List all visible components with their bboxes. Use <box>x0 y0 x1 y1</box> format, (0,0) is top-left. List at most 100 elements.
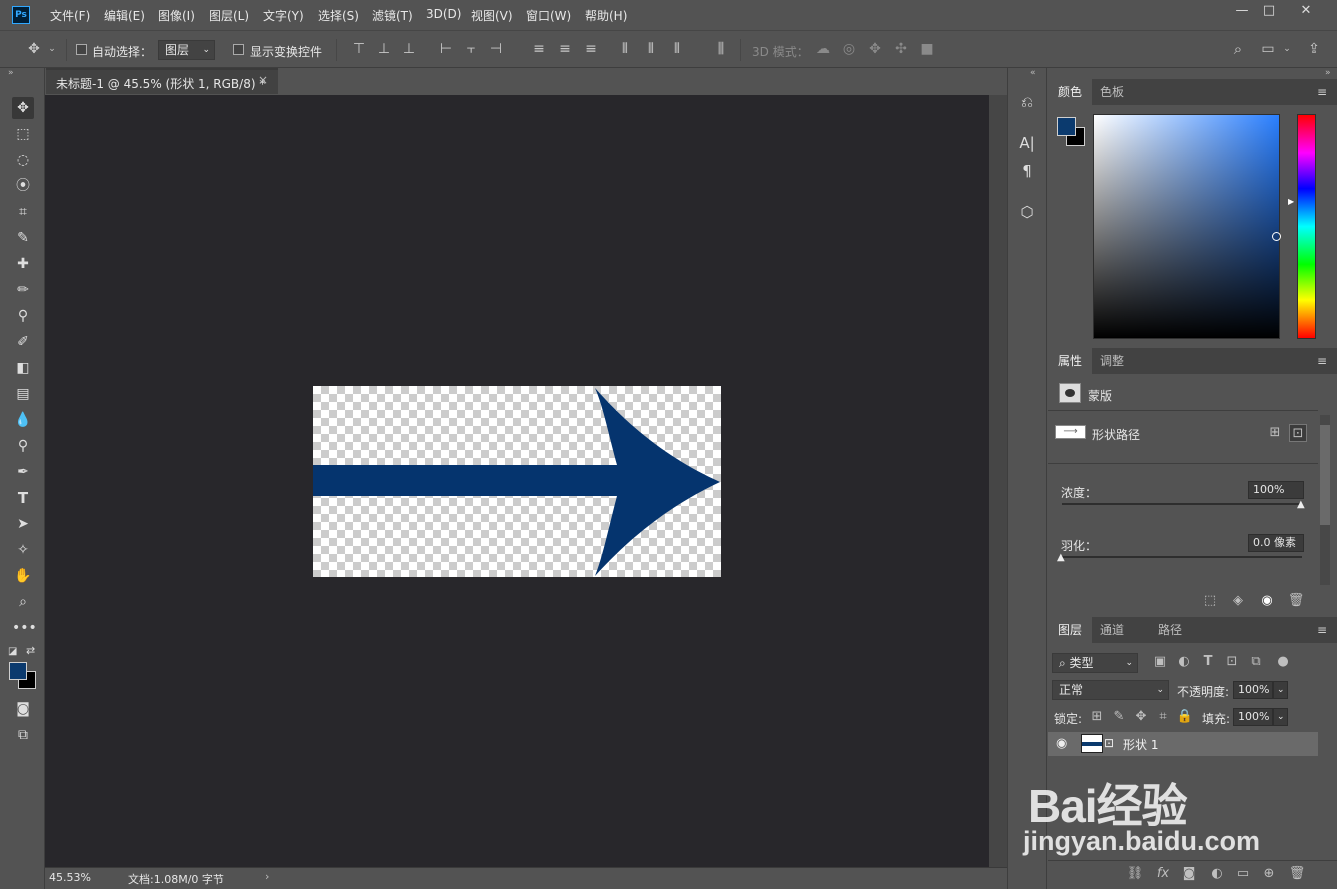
opacity-field[interactable]: 100% <box>1233 681 1273 699</box>
visibility-eye-icon[interactable]: ◉ <box>1056 736 1067 751</box>
fill-field[interactable]: 100% <box>1233 708 1273 726</box>
chevron-down-icon[interactable]: ⌄ <box>46 39 58 59</box>
feather-slider-handle[interactable]: ▲ <box>1057 552 1065 563</box>
lock-transparent-icon[interactable]: ⊞ <box>1088 708 1106 726</box>
menu-type[interactable]: 文字(Y) <box>263 7 304 24</box>
density-field[interactable]: 100% <box>1248 481 1304 499</box>
3d-camera-icon[interactable]: ■ <box>918 39 936 59</box>
menu-help[interactable]: 帮助(H) <box>585 7 627 24</box>
history-panel-icon[interactable]: ⎌ <box>1012 89 1042 115</box>
chevron-down-icon[interactable]: ⌄ <box>1273 681 1288 699</box>
tab-channels[interactable]: 通道 <box>1090 617 1134 643</box>
lasso-tool-icon[interactable]: ◌ <box>12 149 34 171</box>
distribute-right-icon[interactable]: ⫴ <box>668 39 686 59</box>
visibility-eye-icon[interactable]: ◉ <box>1258 592 1276 610</box>
collapse-icon[interactable]: » <box>1325 68 1331 78</box>
3d-slide-icon[interactable]: ✣ <box>892 39 910 59</box>
document-tab[interactable]: 未标题-1 @ 45.5% (形状 1, RGB/8) * <box>46 68 278 94</box>
character-panel-icon[interactable]: A| <box>1012 130 1042 156</box>
menu-view[interactable]: 视图(V) <box>471 7 513 24</box>
more-tools-icon[interactable]: ••• <box>12 617 37 639</box>
zoom-tool-icon[interactable]: ⌕ <box>12 591 34 613</box>
menu-layer[interactable]: 图层(L) <box>209 7 249 24</box>
document-canvas[interactable] <box>313 386 721 577</box>
foreground-color-swatch[interactable] <box>9 662 27 680</box>
vertical-scrollbar[interactable] <box>989 95 1007 867</box>
healing-tool-icon[interactable]: ✚ <box>12 253 34 275</box>
layer-name[interactable]: 形状 1 <box>1123 736 1158 753</box>
tab-properties[interactable]: 属性 <box>1048 348 1093 374</box>
lock-image-icon[interactable]: ✎ <box>1110 708 1128 726</box>
workspace-icon[interactable]: ▭ <box>1258 39 1278 59</box>
delete-mask-icon[interactable]: 🗑 <box>1287 592 1305 610</box>
align-top-icon[interactable]: ⊤ <box>350 39 368 59</box>
gradient-tool-icon[interactable]: ▤ <box>12 383 34 405</box>
quick-select-tool-icon[interactable]: ⦿ <box>12 175 34 197</box>
distribute-hcenter-icon[interactable]: ⫴ <box>642 39 660 59</box>
quick-mask-icon[interactable]: ◙ <box>12 698 34 720</box>
layer-filter-dropdown[interactable]: ⌕ 类型 ⌄ <box>1052 653 1138 673</box>
align-left-icon[interactable]: ⊢ <box>437 39 455 59</box>
align-right-icon[interactable]: ⊣ <box>487 39 505 59</box>
default-colors-icon[interactable]: ◪ <box>8 646 17 657</box>
menu-image[interactable]: 图像(I) <box>158 7 195 24</box>
tab-adjustments[interactable]: 调整 <box>1090 348 1134 374</box>
tab-swatches[interactable]: 色板 <box>1090 79 1134 105</box>
dodge-tool-icon[interactable]: ⚲ <box>12 435 34 457</box>
new-layer-icon[interactable]: ⊕ <box>1260 865 1278 883</box>
auto-select-checkbox[interactable] <box>76 44 87 55</box>
brush-tool-icon[interactable]: ✏ <box>12 279 34 301</box>
blend-mode-dropdown[interactable]: 正常 ⌄ <box>1052 680 1169 700</box>
screen-mode-icon[interactable]: ⧉ <box>12 724 34 746</box>
density-slider-handle[interactable]: ▲ <box>1297 499 1305 510</box>
lock-artboard-icon[interactable]: ⌗ <box>1154 708 1172 726</box>
pen-tool-icon[interactable]: ✒ <box>12 461 34 483</box>
distribute-bottom-icon[interactable]: ≡ <box>582 39 600 59</box>
3d-orbit-icon[interactable]: ☁ <box>814 39 832 59</box>
eyedropper-tool-icon[interactable]: ✎ <box>12 227 34 249</box>
filter-adjustment-icon[interactable]: ◐ <box>1175 653 1193 671</box>
new-group-icon[interactable]: ▭ <box>1234 865 1252 883</box>
foreground-color-swatch[interactable] <box>1057 117 1076 136</box>
filter-shape-icon[interactable]: ⊡ <box>1223 653 1241 671</box>
show-transform-checkbox[interactable] <box>233 44 244 55</box>
type-tool-icon[interactable]: T <box>12 487 34 509</box>
adjustment-layer-icon[interactable]: ◐ <box>1208 865 1226 883</box>
3d-panel-icon[interactable]: ⬡ <box>1012 199 1042 225</box>
filter-type-icon[interactable]: T <box>1199 653 1217 671</box>
stamp-tool-icon[interactable]: ⚲ <box>12 305 34 327</box>
align-hcenter-icon[interactable]: ⫟ <box>462 39 480 59</box>
distribute-top-icon[interactable]: ≡ <box>530 39 548 59</box>
chevron-down-icon[interactable]: ⌄ <box>1273 708 1288 726</box>
color-picker-cursor[interactable] <box>1272 232 1281 241</box>
panel-menu-icon[interactable]: ≡ <box>1317 623 1327 637</box>
add-mask-icon[interactable]: ◙ <box>1180 865 1198 883</box>
swap-colors-icon[interactable]: ⇄ <box>26 644 35 657</box>
blur-tool-icon[interactable]: 💧 <box>12 409 34 431</box>
menu-edit[interactable]: 编辑(E) <box>104 7 145 24</box>
crop-tool-icon[interactable]: ⌗ <box>12 201 34 223</box>
3d-pan-icon[interactable]: ✥ <box>866 39 884 59</box>
filter-pixel-icon[interactable]: ▣ <box>1151 653 1169 671</box>
tab-layers[interactable]: 图层 <box>1048 617 1093 643</box>
collapse-icon[interactable]: « <box>1030 68 1036 78</box>
panel-menu-icon[interactable]: ≡ <box>1317 85 1327 99</box>
density-slider[interactable] <box>1062 503 1302 505</box>
hue-slider[interactable] <box>1297 114 1316 339</box>
layer-row[interactable]: ◉ ⊡ 形状 1 <box>1048 732 1318 756</box>
add-mask-icon[interactable]: ⊞ <box>1266 424 1284 442</box>
load-selection-icon[interactable]: ⬚ <box>1201 592 1219 610</box>
tab-paths[interactable]: 路径 <box>1148 617 1192 643</box>
arrow-shape[interactable] <box>313 386 721 577</box>
distribute-left-icon[interactable]: ⫴ <box>616 39 634 59</box>
close-window-button[interactable]: ✕ <box>1290 0 1322 22</box>
tab-color[interactable]: 颜色 <box>1048 79 1093 105</box>
shape-tool-icon[interactable]: ✧ <box>12 539 34 561</box>
fx-icon[interactable]: fx <box>1154 865 1172 883</box>
properties-scrollbar[interactable] <box>1320 415 1330 585</box>
collapse-icon[interactable]: » <box>8 68 14 78</box>
history-brush-tool-icon[interactable]: ✐ <box>12 331 34 353</box>
share-icon[interactable]: ⇪ <box>1304 39 1324 59</box>
marquee-tool-icon[interactable]: ⬚ <box>12 123 34 145</box>
chevron-down-icon[interactable]: ⌄ <box>1281 39 1293 59</box>
